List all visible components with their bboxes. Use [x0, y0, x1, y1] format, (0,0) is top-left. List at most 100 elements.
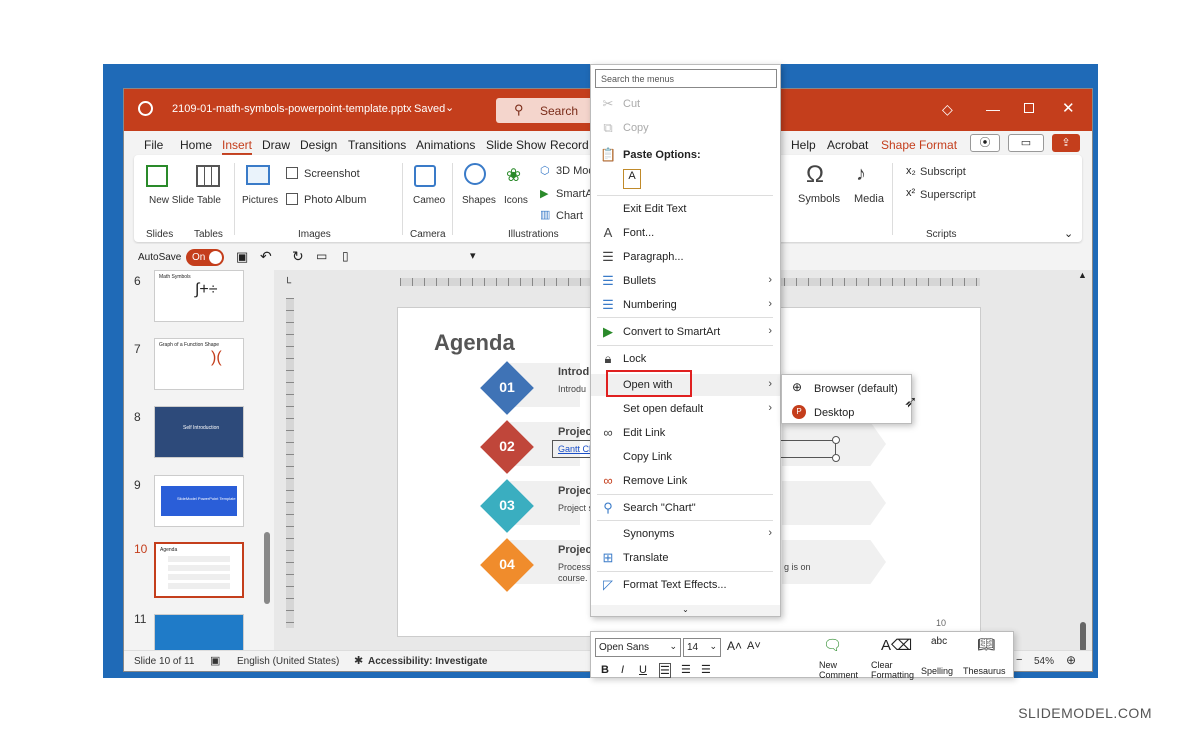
italic-icon[interactable]: I — [621, 664, 624, 676]
zoom-out-icon[interactable]: − — [1016, 654, 1022, 666]
tab-file[interactable]: File — [144, 138, 163, 152]
cameo-icon[interactable] — [414, 165, 436, 187]
thumbnail-slide-8[interactable]: Self Introduction — [154, 406, 244, 458]
underline-icon[interactable]: U — [639, 664, 647, 676]
autosave-toggle[interactable]: On — [186, 249, 224, 266]
slide-title[interactable]: Agenda — [434, 330, 515, 356]
zoom-level[interactable]: 54% — [1034, 656, 1054, 667]
close-icon[interactable]: ✕ — [1062, 99, 1075, 117]
menu-item-search-chart[interactable]: ⚲ Search "Chart" — [591, 497, 780, 519]
agenda-sub2-4[interactable]: course. — [558, 573, 588, 583]
new-slide-icon[interactable] — [146, 165, 168, 187]
bold-icon[interactable]: B — [601, 664, 609, 676]
tab-animations[interactable]: Animations — [416, 138, 475, 152]
menu-item-synonyms[interactable]: Synonyms › — [591, 523, 780, 545]
menu-item-numbering[interactable]: ☰ Numbering › — [591, 294, 780, 316]
symbols-label[interactable]: Symbols — [798, 193, 840, 205]
speaker-icon[interactable]: ♪ — [856, 163, 866, 186]
tab-shape-format[interactable]: Shape Format — [881, 138, 957, 152]
menu-item-bullets[interactable]: ☰ Bullets › — [591, 270, 780, 292]
menu-item-remove-link[interactable]: ∞ Remove Link — [591, 470, 780, 492]
fit-slide-icon[interactable]: ⊕ — [1066, 653, 1076, 667]
thesaurus-button[interactable]: 📖︎ Thesaurus — [963, 636, 1013, 676]
new-slide-label[interactable]: New Slide — [149, 195, 194, 206]
save-status[interactable]: Saved — [414, 103, 445, 115]
save-icon[interactable]: ▣ — [236, 249, 248, 265]
paste-keep-text-icon[interactable]: A — [623, 169, 641, 189]
agenda-tail-4[interactable]: g is on — [784, 562, 811, 572]
thumbnail-scrollbar[interactable] — [264, 532, 270, 604]
menu-item-format-text-effects[interactable]: ◸ Format Text Effects... — [591, 574, 780, 596]
cameo-label[interactable]: Cameo — [413, 195, 445, 206]
omega-icon[interactable]: Ω — [806, 161, 824, 189]
canvas-scrollbar[interactable] — [1080, 622, 1086, 652]
open-icon[interactable]: ▭ — [316, 249, 327, 263]
selection-handle[interactable] — [832, 454, 840, 462]
collapse-ribbon-icon[interactable]: ⌄ — [1064, 227, 1073, 240]
diamond-icon[interactable]: ◇ — [942, 101, 953, 118]
selection-handle[interactable] — [832, 436, 840, 444]
tab-design[interactable]: Design — [300, 138, 337, 152]
tab-home[interactable]: Home — [180, 138, 212, 152]
table-icon[interactable] — [196, 165, 220, 187]
menu-scroll-down-icon[interactable]: ⌄ — [591, 605, 780, 616]
pictures-label[interactable]: Pictures — [242, 195, 278, 206]
menu-item-font[interactable]: A Font... — [591, 222, 780, 244]
scroll-up-icon[interactable]: ▲ — [1078, 270, 1087, 280]
share-button[interactable]: ⇪ — [1052, 134, 1080, 152]
undo-icon[interactable]: ↶ — [260, 248, 272, 265]
comments-button[interactable]: ▭ — [1008, 134, 1044, 152]
menu-item-translate[interactable]: ⊞ Translate — [591, 547, 780, 569]
spelling-button[interactable]: abc Spelling — [919, 636, 963, 676]
customize-qat-icon[interactable]: ▾ — [470, 249, 476, 262]
thumbnail-slide-7[interactable]: Graph of a Function Shape )( — [154, 338, 244, 390]
agenda-sub-3[interactable]: Project s — [558, 503, 593, 513]
align-left-icon[interactable]: ☰ — [659, 663, 671, 678]
font-size-select[interactable]: 14 ⌄ — [683, 638, 721, 657]
tab-insert[interactable]: Insert — [222, 138, 253, 155]
tab-slide-show[interactable]: Slide Show — [486, 138, 546, 152]
thumbnail-slide-6[interactable]: Math Symbols ∫+÷ — [154, 270, 244, 322]
accessibility-status[interactable]: Accessibility: Investigate — [368, 656, 488, 667]
icons-label[interactable]: Icons — [504, 195, 528, 206]
agenda-sub-4[interactable]: Process — [558, 562, 591, 572]
proofing-icon[interactable]: ▣ — [210, 654, 220, 667]
tab-record[interactable]: Record — [550, 138, 589, 152]
agenda-heading-1[interactable]: Introd — [558, 366, 589, 378]
menu-item-paragraph[interactable]: ☰ Paragraph... — [591, 246, 780, 268]
chart-label[interactable]: Chart — [556, 210, 583, 222]
submenu-item-browser[interactable]: ⊕ Browser (default) — [782, 377, 911, 399]
menu-item-edit-link[interactable]: ∞ Edit Link — [591, 422, 780, 444]
menu-item-convert-smartart[interactable]: ▶ Convert to SmartArt › — [591, 321, 780, 343]
record-button[interactable]: ⦿ — [970, 134, 1000, 152]
clear-formatting-button[interactable]: A⌫ Clear Formatting — [865, 636, 917, 680]
media-label[interactable]: Media — [854, 193, 884, 205]
photo-album-label[interactable]: Photo Album — [304, 194, 366, 206]
agenda-sub-1[interactable]: Introdu — [558, 384, 586, 394]
superscript-label[interactable]: Superscript — [920, 189, 976, 201]
maximize-icon[interactable] — [1024, 103, 1034, 113]
minimize-icon[interactable]: — — [986, 101, 1000, 117]
icons-icon[interactable]: ❀ — [506, 165, 521, 186]
tab-draw[interactable]: Draw — [262, 138, 290, 152]
table-label[interactable]: Table — [197, 195, 221, 206]
ruler-corner-icon[interactable]: └ — [284, 278, 291, 289]
screenshot-label[interactable]: Screenshot — [304, 168, 360, 180]
thumbnail-slide-9[interactable]: SlideModel PowerPoint Template — [154, 475, 244, 527]
shapes-label[interactable]: Shapes — [462, 195, 496, 206]
tab-acrobat[interactable]: Acrobat — [827, 138, 868, 152]
subscript-label[interactable]: Subscript — [920, 166, 966, 178]
powerpoint-logo-icon[interactable] — [138, 101, 153, 116]
pictures-icon[interactable] — [246, 165, 270, 185]
tab-help[interactable]: Help — [791, 138, 816, 152]
new-icon[interactable]: ▯ — [342, 249, 349, 263]
menu-search-input[interactable]: Search the menus — [595, 69, 777, 88]
language[interactable]: English (United States) — [237, 656, 339, 667]
menu-item-lock[interactable]: 🔒︎ Lock — [591, 348, 780, 370]
redo-icon[interactable]: ↻ — [292, 248, 304, 265]
center-icon[interactable]: ☰ — [681, 663, 691, 676]
tab-transitions[interactable]: Transitions — [348, 138, 406, 152]
menu-item-exit-edit-text[interactable]: Exit Edit Text — [591, 198, 780, 220]
menu-item-copy-link[interactable]: Copy Link — [591, 446, 780, 468]
menu-item-set-open-default[interactable]: Set open default › — [591, 398, 780, 420]
